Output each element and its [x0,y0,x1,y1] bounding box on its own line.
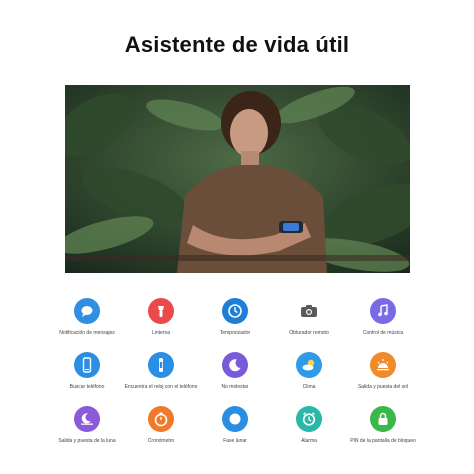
flashlight-icon [148,298,174,324]
moonrise-icon [74,406,100,432]
music-note-icon [370,298,396,324]
moon-icon [222,352,248,378]
alarm-icon [296,406,322,432]
hero-photo [65,85,410,273]
watch-search-icon [148,352,174,378]
moon-phase-icon [222,406,248,432]
feature-label: Control de música [362,330,404,336]
sunrise-icon [370,352,396,378]
lock-icon [370,406,396,432]
phone-icon [74,352,100,378]
stopwatch-icon [222,298,248,324]
feature-label: Salida y puesta del sol [357,384,409,390]
page-title: Asistente de vida útil [124,32,350,57]
feature-lock-screen-pin: PIN de la pantalla de bloqueo [333,406,433,444]
camera-icon [296,298,322,324]
feature-label: PIN de la pantalla de bloqueo [350,438,416,444]
feature-sunrise-sunset: Salida y puesta del sol [333,352,433,390]
chronometer-icon [148,406,174,432]
message-bubble-icon [74,298,100,324]
feature-music-control: Control de música [333,298,433,336]
weather-icon [296,352,322,378]
